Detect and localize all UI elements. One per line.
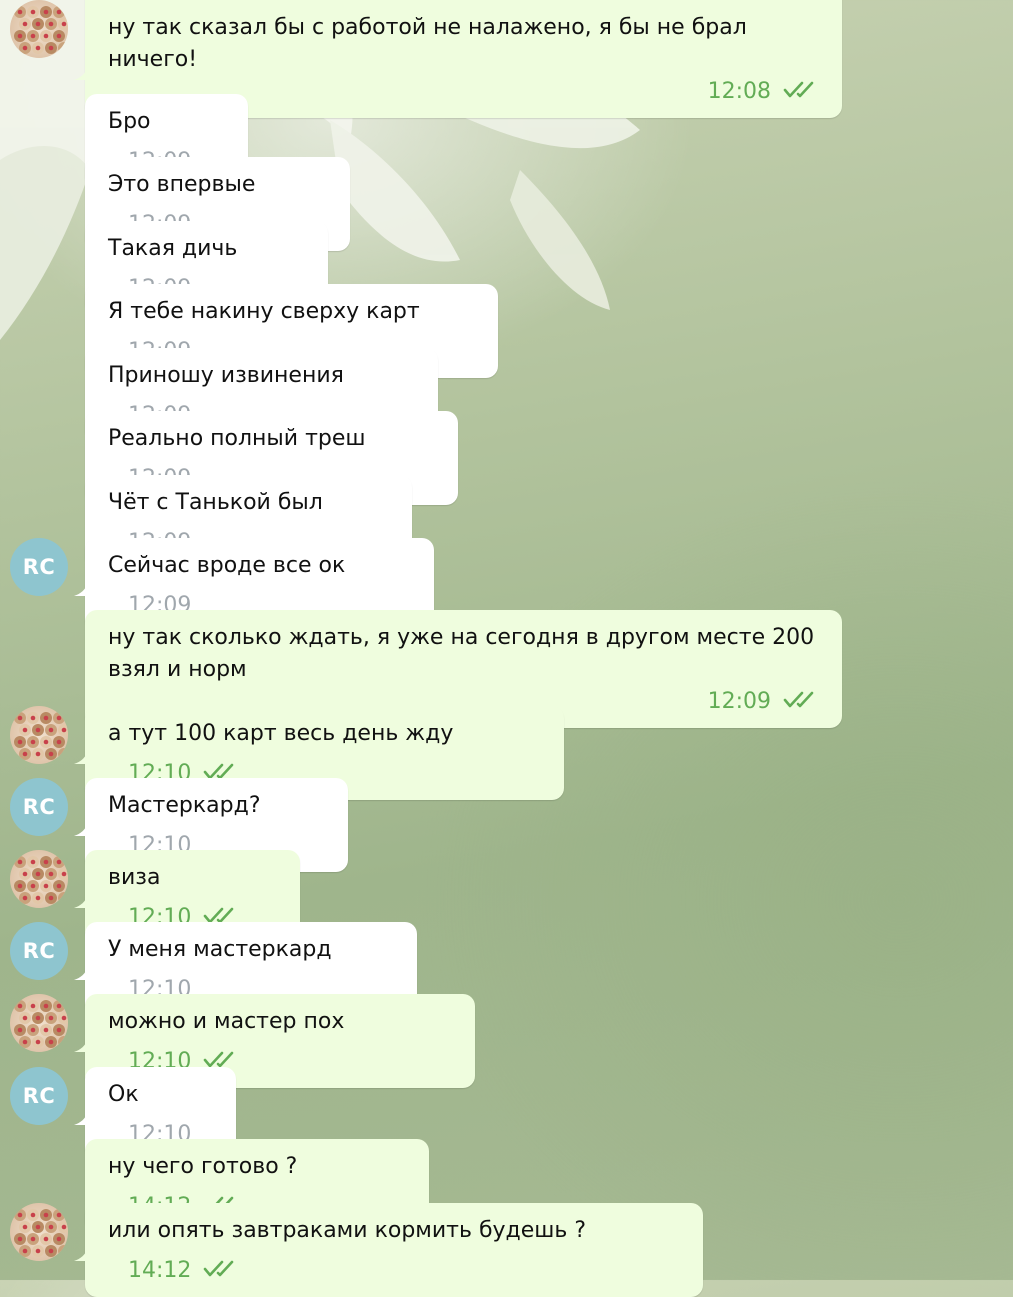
message-text: можно и мастер пох (108, 1009, 345, 1034)
message-text: ну так сказал бы с работой не налажено, … (108, 15, 747, 72)
avatar-initials: RC (22, 795, 56, 819)
message-time: 14:12 (128, 1258, 192, 1283)
message-text: или опять завтраками кормить будешь ? (108, 1218, 587, 1243)
message-text: ну чего готово ? (108, 1154, 298, 1179)
bubble-tail (74, 1038, 88, 1052)
bubble-tail (74, 894, 88, 908)
message-text: Чёт с Танькой был (108, 490, 323, 515)
message-meta: 14:12 (128, 1255, 239, 1287)
contact-avatar[interactable]: RC (10, 538, 68, 596)
outgoing-message[interactable]: ну чего готово ?14:12 (0, 1139, 1013, 1233)
user-avatar[interactable] (10, 850, 68, 908)
incoming-message[interactable]: Чёт с Танькой был12:09 (0, 475, 1013, 569)
contact-avatar[interactable]: RC (10, 778, 68, 836)
outgoing-message[interactable]: или опять завтраками кормить будешь ? 14:… (0, 1203, 1013, 1297)
incoming-message[interactable]: Я тебе накину сверху карт12:09 (0, 284, 1013, 378)
bubble-tail (74, 582, 88, 596)
user-avatar[interactable] (10, 0, 68, 58)
bubble-tail (74, 750, 88, 764)
avatar-initials: RC (22, 555, 56, 579)
contact-avatar[interactable]: RC (10, 1067, 68, 1125)
incoming-message[interactable]: Бро12:09 (0, 94, 1013, 188)
message-text: Бро (108, 109, 151, 134)
avatar-initials: RC (22, 1084, 56, 1108)
avatar-initials: RC (22, 939, 56, 963)
message-text: Я тебе накину сверху карт (108, 299, 420, 324)
message-text: Это впервые (108, 172, 256, 197)
bubble-tail (74, 1247, 88, 1261)
bubble-tail (74, 66, 88, 80)
contact-avatar[interactable]: RC (10, 922, 68, 980)
incoming-message[interactable]: Мастеркард?12:10 RC (0, 778, 1013, 872)
incoming-message[interactable]: Это впервые12:09 (0, 157, 1013, 251)
message-text: Приношу извинения (108, 363, 344, 388)
message-text: а тут 100 карт весь день жду (108, 721, 454, 746)
message-text: Реально полный треш (108, 426, 366, 451)
message-text: Сейчас вроде все ок (108, 553, 346, 578)
bubble-tail (74, 1111, 88, 1125)
outgoing-message[interactable]: а тут 100 карт весь день жду12:10 (0, 706, 1013, 800)
message-text: Ок (108, 1082, 139, 1107)
bubble-tail (74, 822, 88, 836)
outgoing-message[interactable]: виза12:10 (0, 850, 1013, 944)
user-avatar[interactable] (10, 706, 68, 764)
incoming-message[interactable]: У меня мастеркард12:10 RC (0, 922, 1013, 1016)
incoming-message[interactable]: Реально полный треш12:09 (0, 411, 1013, 505)
outgoing-message[interactable]: ну так сказал бы с работой не налажено, … (0, 0, 1013, 118)
incoming-message[interactable]: Сейчас вроде все ок12:09 RC (0, 538, 1013, 632)
message-text: ну так сколько ждать, я уже на сегодня в… (108, 625, 815, 682)
message-text: У меня мастеркард (108, 937, 332, 962)
incoming-message[interactable]: Такая дичь12:09 (0, 221, 1013, 315)
message-text: Мастеркард? (108, 793, 261, 818)
incoming-message[interactable]: Приношу извинения12:09 (0, 348, 1013, 442)
double-check-icon (204, 1260, 234, 1277)
outgoing-message[interactable]: ну так сколько ждать, я уже на сегодня в… (0, 610, 1013, 728)
message-text: Такая дичь (108, 236, 238, 261)
user-avatar[interactable] (10, 994, 68, 1052)
message-bubble[interactable]: или опять завтраками кормить будешь ? 14:… (85, 1203, 703, 1297)
user-avatar[interactable] (10, 1203, 68, 1261)
incoming-message[interactable]: Ок12:10 RC (0, 1067, 1013, 1161)
message-text: виза (108, 865, 161, 890)
message-list[interactable]: ну так сказал бы с работой не налажено, … (0, 0, 1013, 1297)
outgoing-message[interactable]: можно и мастер пох12:10 (0, 994, 1013, 1088)
bubble-tail (74, 966, 88, 980)
